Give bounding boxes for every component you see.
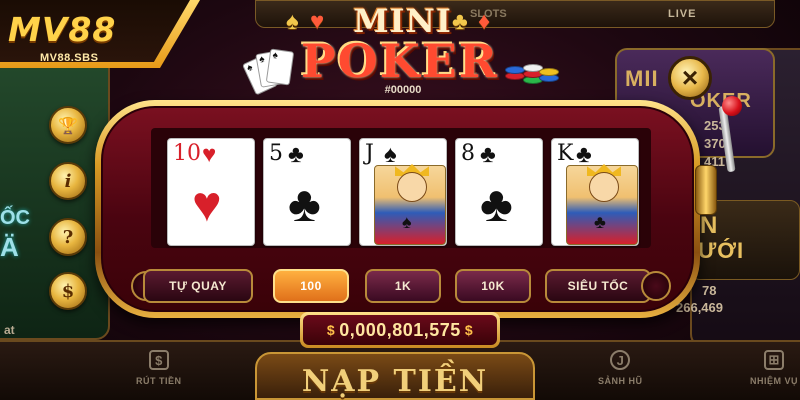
brand-logo[interactable]: MV88: [8, 10, 116, 49]
nav-jackpot-hall-label: SẢNH HŨ: [598, 376, 643, 386]
nav-missions-label: NHIỆM VỤ: [750, 376, 799, 386]
jackpot-display: $ 0,000,801,575 $: [300, 312, 500, 348]
turbo-button[interactable]: SIÊU TỐC: [545, 269, 651, 303]
info-button[interactable]: i: [49, 162, 87, 200]
card-4-suit-icon: ♣: [480, 141, 496, 168]
background-left-user-1: at: [4, 323, 15, 337]
trophy-button[interactable]: 🏆: [49, 106, 87, 144]
nav-withdraw[interactable]: $ RÚT TIỀN: [136, 350, 182, 386]
card-5-rank: K: [557, 141, 574, 166]
spin-lever-knob-icon[interactable]: [722, 96, 742, 116]
background-left-game-text-2: Ä: [0, 232, 19, 262]
slot-machine-body: 10 ♥ ♥ 5 ♣ ♣ J ♠ ♠ 8 ♣ ♣ K ♣ ♣ TỰ QUAY 1…: [101, 106, 694, 312]
nav-withdraw-label: RÚT TIỀN: [136, 376, 182, 386]
money-bag-icon: $: [61, 280, 75, 302]
diamond-decoration-icon: ♦: [478, 8, 491, 35]
card-3-face-suit-icon: ♠: [402, 212, 412, 232]
nav-jackpot-hall[interactable]: J SẢNH HŨ: [598, 350, 643, 386]
card-1-big-suit-icon: ♥: [192, 176, 222, 232]
card-4-rank: 8: [461, 141, 475, 166]
close-icon: ×: [681, 62, 699, 93]
jackpot-dollar-icon: $: [326, 322, 336, 338]
card-2-big-suit-icon: ♣: [288, 176, 321, 232]
card-4-big-suit-icon: ♣: [480, 176, 513, 232]
playing-cards-decoration-icon: ♠ ♠ ♠: [241, 48, 298, 98]
card-5: K ♣ ♣: [551, 138, 639, 246]
background-right-low-number-2: 266,469: [676, 300, 723, 315]
background-right-low-number-1: 78: [702, 283, 717, 298]
gift-icon: ⊞: [764, 350, 784, 370]
spin-lever-base[interactable]: [695, 165, 717, 215]
card-5-face-suit-icon: ♣: [594, 212, 606, 232]
right-round-slot-button[interactable]: [641, 271, 671, 301]
nav-missions[interactable]: ⊞ NHIỆM VỤ: [750, 350, 798, 386]
game-title-poker: POKER: [301, 34, 499, 88]
close-button[interactable]: ×: [668, 56, 712, 100]
auto-spin-button[interactable]: TỰ QUAY: [143, 269, 253, 303]
deposit-button[interactable]: NẠP TIỀN: [255, 352, 535, 400]
jackpot-display-inner: $ 0,000,801,575 $: [303, 315, 497, 345]
card-1: 10 ♥ ♥: [167, 138, 255, 246]
card-3: J ♠ ♠: [359, 138, 447, 246]
card-3-rank: J: [365, 141, 374, 166]
bet-10k-button[interactable]: 10K: [455, 269, 531, 303]
background-right-mid-text: N: [700, 212, 718, 239]
info-icon: i: [64, 170, 72, 192]
spade-decoration-icon: ♠: [286, 8, 299, 35]
background-left-game-text: ỐC: [0, 207, 30, 229]
bet-1k-button[interactable]: 1K: [365, 269, 441, 303]
slot-machine-frame: 10 ♥ ♥ 5 ♣ ♣ J ♠ ♠ 8 ♣ ♣ K ♣ ♣ TỰ QUAY 1…: [95, 100, 700, 318]
card-2: 5 ♣ ♣: [263, 138, 351, 246]
card-3-suit-icon: ♠: [384, 141, 397, 168]
session-id: #00000: [384, 84, 422, 96]
background-right-mid-text-2: ƯỚI: [698, 238, 745, 263]
card-2-rank: 5: [269, 141, 283, 166]
jack-portrait-icon: ♠: [374, 164, 446, 245]
background-minipoker-title-1: MII: [625, 66, 659, 91]
trophy-icon: 🏆: [58, 115, 78, 135]
jackpot-value: 0,000,801,575: [339, 319, 461, 340]
jackpot-dollar-icon-right: $: [464, 322, 474, 338]
brand-site: MV88.SBS: [40, 52, 99, 64]
king-portrait-icon: ♣: [566, 164, 638, 245]
help-icon: ?: [62, 226, 74, 248]
money-bag-button[interactable]: $: [49, 272, 87, 310]
help-button[interactable]: ?: [49, 218, 87, 256]
top-bar-live-tab[interactable]: LIVE: [668, 8, 696, 20]
card-4: 8 ♣ ♣: [455, 138, 543, 246]
card-1-suit-icon: ♥: [202, 141, 217, 168]
heart-decoration-icon: ♥: [310, 8, 325, 35]
jackpot-icon: J: [610, 350, 631, 370]
bet-100-button[interactable]: 100: [273, 269, 349, 303]
card-2-suit-icon: ♣: [288, 141, 304, 168]
card-1-rank: 10: [173, 141, 201, 166]
card-5-suit-icon: ♣: [576, 141, 592, 168]
top-bar-background: [255, 0, 775, 28]
withdraw-icon: $: [148, 350, 169, 370]
